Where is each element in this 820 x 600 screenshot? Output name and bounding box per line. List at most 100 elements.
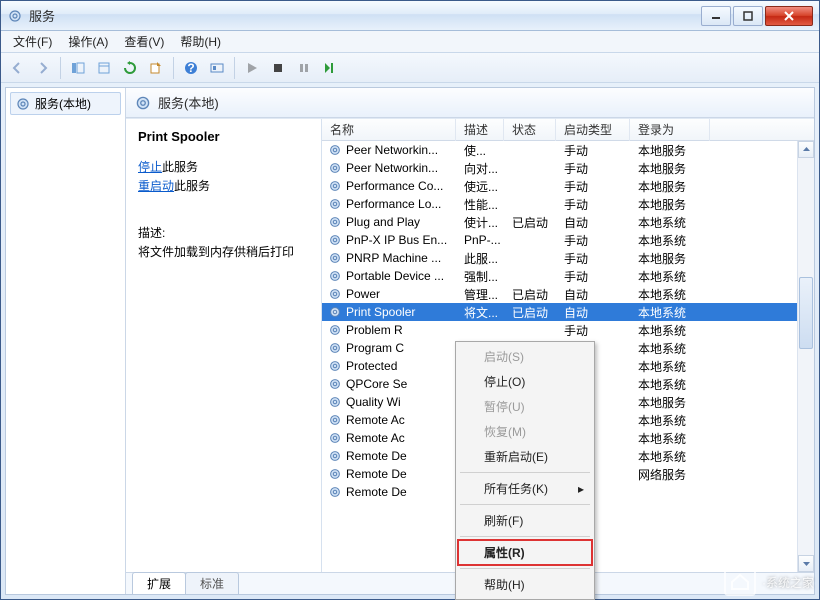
back-button[interactable] <box>5 56 29 80</box>
cell-desc: 将文... <box>464 304 512 321</box>
titlebar[interactable]: 服务 <box>1 1 819 31</box>
app-icon <box>7 8 23 24</box>
svg-text:?: ? <box>187 61 194 75</box>
service-icon <box>328 161 342 175</box>
service-row[interactable]: Power管理...已启动自动本地系统 <box>322 285 814 303</box>
service-icon <box>328 269 342 283</box>
col-logon[interactable]: 登录为 <box>630 119 710 141</box>
scroll-down-button[interactable] <box>798 555 814 572</box>
service-row[interactable]: Peer Networkin...向对...手动本地服务 <box>322 159 814 177</box>
cell-name: Remote Ac <box>346 413 464 427</box>
cell-name: Power <box>346 287 464 301</box>
service-icon <box>328 359 342 373</box>
col-desc[interactable]: 描述 <box>456 119 504 141</box>
cell-name: Peer Networkin... <box>346 161 464 175</box>
service-icon <box>328 251 342 265</box>
service-row[interactable]: PnP-X IP Bus En...PnP-...手动本地系统 <box>322 231 814 249</box>
forward-button[interactable] <box>31 56 55 80</box>
service-row[interactable]: Portable Device ...强制...手动本地系统 <box>322 267 814 285</box>
ctx-restart[interactable]: 重新启动(E) <box>458 444 592 469</box>
scrollbar[interactable] <box>797 141 814 572</box>
ctx-refresh[interactable]: 刷新(F) <box>458 508 592 533</box>
toolbar: ? <box>1 53 819 83</box>
context-menu: 启动(S) 停止(O) 暂停(U) 恢复(M) 重新启动(E) 所有任务(K)▸… <box>455 341 595 600</box>
cell-desc: 使计... <box>464 214 512 231</box>
export-button[interactable] <box>144 56 168 80</box>
cell-startup: 手动 <box>564 178 638 195</box>
cell-logon: 本地系统 <box>638 376 718 393</box>
stop-suffix: 此服务 <box>162 160 198 174</box>
stop-link[interactable]: 停止 <box>138 160 162 174</box>
stop-service-button[interactable] <box>266 56 290 80</box>
desc-text: 将文件加载到内存供稍后打印 <box>138 243 309 260</box>
ctx-help[interactable]: 帮助(H) <box>458 572 592 597</box>
tab-standard[interactable]: 标准 <box>185 572 239 594</box>
scroll-thumb[interactable] <box>799 277 813 349</box>
tree-root-item[interactable]: 服务(本地) <box>10 92 121 115</box>
separator <box>460 472 590 473</box>
col-status[interactable]: 状态 <box>504 119 556 141</box>
service-icon <box>328 323 342 337</box>
service-icon <box>328 287 342 301</box>
refresh-button[interactable] <box>118 56 142 80</box>
main-header-label: 服务(本地) <box>158 93 219 112</box>
start-service-button[interactable] <box>240 56 264 80</box>
toolbar-icon[interactable] <box>205 56 229 80</box>
cell-name: Protected <box>346 359 464 373</box>
cell-logon: 本地系统 <box>638 214 718 231</box>
ctx-pause[interactable]: 暂停(U) <box>458 394 592 419</box>
cell-logon: 本地系统 <box>638 232 718 249</box>
maximize-button[interactable] <box>733 6 763 26</box>
service-icon <box>328 197 342 211</box>
cell-logon: 本地服务 <box>638 196 718 213</box>
cell-desc: 强制... <box>464 268 512 285</box>
help-button[interactable]: ? <box>179 56 203 80</box>
col-name[interactable]: 名称 <box>322 119 456 141</box>
ctx-start[interactable]: 启动(S) <box>458 344 592 369</box>
cell-name: Program C <box>346 341 464 355</box>
menu-file[interactable]: 文件(F) <box>5 31 60 52</box>
service-row[interactable]: Performance Lo...性能...手动本地服务 <box>322 195 814 213</box>
restart-suffix: 此服务 <box>174 179 210 193</box>
service-icon <box>328 341 342 355</box>
service-row[interactable]: Problem R手动本地系统 <box>322 321 814 339</box>
cell-status: 已启动 <box>512 286 564 303</box>
pause-service-button[interactable] <box>292 56 316 80</box>
window-title: 服务 <box>29 6 699 25</box>
show-hide-tree-button[interactable] <box>66 56 90 80</box>
detail-service-name: Print Spooler <box>138 129 309 144</box>
service-row[interactable]: Performance Co...使远...手动本地服务 <box>322 177 814 195</box>
cell-desc: 使远... <box>464 178 512 195</box>
col-startup[interactable]: 启动类型 <box>556 119 630 141</box>
cell-startup: 手动 <box>564 232 638 249</box>
separator <box>173 57 174 79</box>
service-row[interactable]: Peer Networkin...使...手动本地服务 <box>322 141 814 159</box>
properties-button[interactable] <box>92 56 116 80</box>
cell-name: Performance Lo... <box>346 197 464 211</box>
ctx-alltasks[interactable]: 所有任务(K)▸ <box>458 476 592 501</box>
separator <box>60 57 61 79</box>
service-icon <box>328 449 342 463</box>
menu-help[interactable]: 帮助(H) <box>172 31 229 52</box>
tree-pane[interactable]: 服务(本地) <box>6 88 126 594</box>
service-icon <box>328 179 342 193</box>
service-row[interactable]: Plug and Play使计...已启动自动本地系统 <box>322 213 814 231</box>
detail-pane: Print Spooler 停止此服务 重启动此服务 描述: 将文件加载到内存供… <box>126 119 322 572</box>
close-button[interactable] <box>765 6 813 26</box>
ctx-stop[interactable]: 停止(O) <box>458 369 592 394</box>
minimize-button[interactable] <box>701 6 731 26</box>
restart-link[interactable]: 重启动 <box>138 179 174 193</box>
cell-logon: 本地系统 <box>638 268 718 285</box>
menu-action[interactable]: 操作(A) <box>60 31 116 52</box>
scroll-up-button[interactable] <box>798 141 814 158</box>
cell-logon: 本地服务 <box>638 178 718 195</box>
ctx-resume[interactable]: 恢复(M) <box>458 419 592 444</box>
restart-service-button[interactable] <box>318 56 342 80</box>
ctx-properties[interactable]: 属性(R) <box>458 540 592 565</box>
cell-name: Remote De <box>346 485 464 499</box>
service-row[interactable]: PNRP Machine ...此服...手动本地服务 <box>322 249 814 267</box>
cell-name: QPCore Se <box>346 377 464 391</box>
service-row[interactable]: Print Spooler将文...已启动自动本地系统 <box>322 303 814 321</box>
menu-view[interactable]: 查看(V) <box>116 31 172 52</box>
tab-extended[interactable]: 扩展 <box>132 572 186 594</box>
